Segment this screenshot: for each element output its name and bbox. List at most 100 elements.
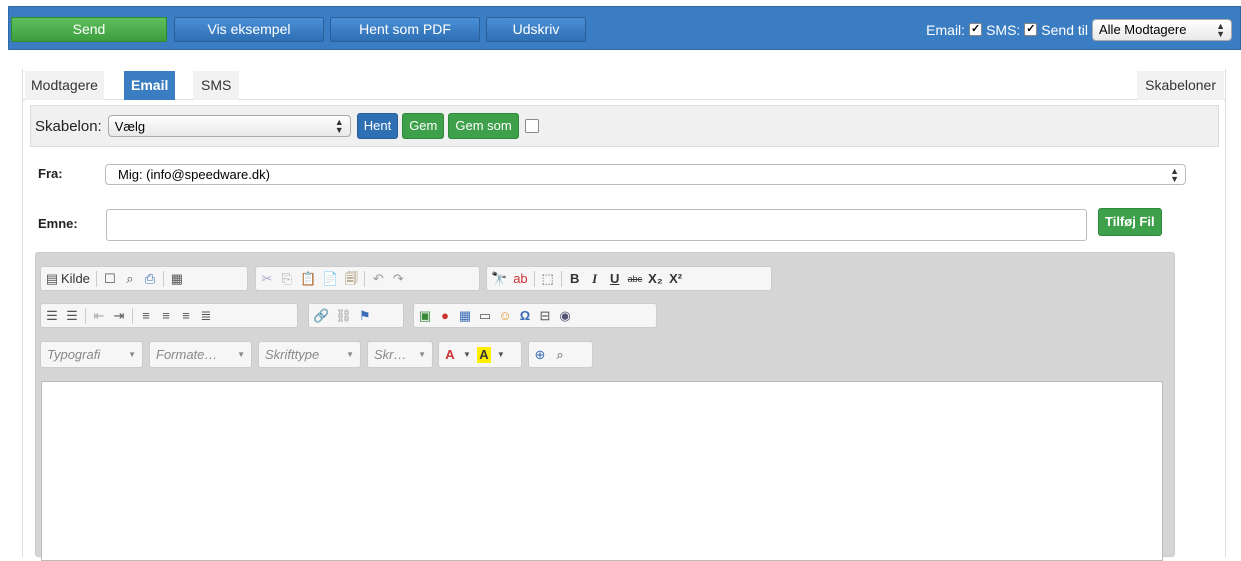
print-icon[interactable]: ⎙ [143, 271, 157, 287]
save-as-template-button[interactable]: Gem som [448, 113, 519, 139]
unlink-icon[interactable]: ⛓ [335, 308, 352, 324]
chevron-down-icon[interactable]: ▼ [463, 347, 471, 363]
text-color-icon[interactable]: A [443, 347, 457, 363]
maximize-icon[interactable]: ⊕ [533, 347, 547, 363]
font-size-combo-label: Skr… [374, 347, 407, 362]
toolbar-separator [533, 270, 535, 287]
paste-text-icon[interactable]: 📄 [322, 271, 338, 287]
template-select[interactable]: Vælg ▲ ▼ [107, 115, 351, 137]
select-arrows-icon: ▲ ▼ [1216, 20, 1225, 39]
top-toolbar: Send Vis eksempel Hent som PDF Udskriv E… [8, 6, 1241, 50]
select-all-icon[interactable]: ⬚ [541, 271, 555, 287]
replace-icon[interactable]: ab [513, 271, 527, 287]
strikethrough-button[interactable]: abc [628, 271, 643, 287]
format-combo-label: Formate… [156, 347, 218, 362]
smiley-icon[interactable]: ☺ [498, 308, 512, 324]
toolbar-group-formatting: 🔭 ab ⬚ B I U abc X₂ X² [486, 266, 772, 291]
bold-button[interactable]: B [568, 271, 582, 287]
show-blocks-icon[interactable]: ⌕ [553, 347, 567, 363]
font-combo-label: Skrifttype [265, 347, 320, 362]
toolbar-separator [132, 307, 133, 324]
preview-icon[interactable]: ⌕ [123, 271, 137, 287]
email-option-label: Email: [926, 21, 966, 38]
table-icon[interactable]: ▦ [458, 308, 472, 324]
toolbar-group-tools: ⊕ ⌕ [528, 341, 593, 368]
toolbar-group-colors: A ▼ A ▼ [438, 341, 522, 368]
italic-button[interactable]: I [588, 271, 602, 287]
select-arrows-icon: ▲ ▼ [334, 117, 344, 135]
align-left-icon[interactable]: ≡ [139, 308, 153, 324]
template-checkbox[interactable] [524, 119, 539, 133]
special-char-icon[interactable]: Ω [518, 308, 532, 324]
source-icon[interactable]: ▤ [45, 271, 59, 287]
font-size-combo[interactable]: Skr… ▼ [367, 341, 433, 368]
chevron-down-icon: ▼ [418, 350, 426, 359]
tab-recipients[interactable]: Modtagere [25, 71, 104, 100]
tab-email[interactable]: Email [124, 71, 176, 100]
sms-option-label: SMS: [986, 21, 1021, 38]
horizontal-line-icon[interactable]: ▭ [478, 308, 492, 324]
sms-checkbox[interactable]: ✓ [1024, 23, 1038, 36]
load-template-button[interactable]: Hent [356, 113, 399, 139]
toolbar-group-paragraph: ☰ ☰ ⇤ ⇥ ≡ ≡ ≡ ≣ [40, 303, 298, 328]
download-pdf-button[interactable]: Hent som PDF [330, 17, 480, 42]
styles-combo[interactable]: Typografi ▼ [40, 341, 143, 368]
from-select-value: Mig: (info@speedware.dk) [118, 167, 270, 182]
image-icon[interactable]: ▣ [418, 308, 432, 324]
superscript-button[interactable]: X² [669, 271, 683, 287]
page-break-icon[interactable]: ⊟ [538, 308, 552, 324]
link-icon[interactable]: 🔗 [313, 308, 329, 324]
tab-sms[interactable]: SMS [193, 71, 240, 100]
font-combo[interactable]: Skrifttype ▼ [258, 341, 361, 368]
new-page-icon[interactable]: ☐ [103, 271, 117, 287]
from-select[interactable]: Mig: (info@speedware.dk) ▲ ▼ [105, 164, 1186, 185]
preview-button[interactable]: Vis eksempel [174, 17, 324, 42]
underline-button[interactable]: U [608, 271, 622, 287]
toolbar-separator [95, 270, 97, 287]
cut-icon[interactable]: ✂ [260, 271, 274, 287]
styles-combo-label: Typografi [47, 347, 101, 362]
chevron-down-icon[interactable]: ▼ [497, 347, 505, 363]
outdent-icon[interactable]: ⇤ [92, 308, 106, 324]
flash-icon[interactable]: ● [438, 308, 452, 324]
editor-content-area[interactable] [41, 381, 1163, 561]
save-template-button[interactable]: Gem [402, 113, 445, 139]
print-button[interactable]: Udskriv [486, 17, 586, 42]
send-button[interactable]: Send [11, 17, 167, 42]
toolbar-separator [364, 270, 366, 287]
anchor-flag-icon[interactable]: ⚑ [358, 308, 372, 324]
tab-templates[interactable]: Skabeloner [1137, 71, 1224, 100]
background-color-icon[interactable]: A [476, 346, 491, 363]
copy-icon[interactable]: ⎘ [280, 271, 294, 287]
tab-bar: Modtagere Email SMS Skabeloner [22, 71, 1226, 100]
iframe-icon[interactable]: ◉ [558, 308, 572, 324]
recipients-select[interactable]: Alle Modtagere ▲ ▼ [1092, 18, 1232, 41]
format-combo[interactable]: Formate… ▼ [149, 341, 252, 368]
source-button[interactable]: Kilde [61, 271, 90, 286]
toolbar-group-insert: ▣ ● ▦ ▭ ☺ Ω ⊟ ◉ [413, 303, 657, 328]
bulleted-list-icon[interactable]: ☰ [65, 308, 79, 324]
template-select-value: Vælg [114, 118, 146, 134]
from-label: Fra: [38, 166, 63, 181]
toolbar-group-links: 🔗 ⛓ ⚑ [308, 303, 404, 328]
paste-icon[interactable]: 📋 [300, 271, 316, 287]
templates-icon[interactable]: ▦ [170, 271, 184, 287]
email-checkbox[interactable]: ✓ [969, 23, 983, 36]
align-center-icon[interactable]: ≡ [159, 308, 173, 324]
indent-icon[interactable]: ⇥ [112, 308, 126, 324]
chevron-down-icon: ▼ [237, 350, 245, 359]
align-right-icon[interactable]: ≡ [179, 308, 193, 324]
subject-label: Emne: [38, 216, 78, 231]
subject-input[interactable] [106, 209, 1087, 241]
align-justify-icon[interactable]: ≣ [199, 308, 213, 324]
paste-word-icon[interactable]: 🗐 [344, 271, 358, 287]
find-icon[interactable]: 🔭 [491, 271, 507, 287]
undo-icon[interactable]: ↶ [371, 271, 385, 287]
rich-text-editor: ▤ Kilde ☐ ⌕ ⎙ ▦ ✂ ⎘ 📋 📄 🗐 ↶ ↷ 🔭 ab ⬚ B I… [35, 252, 1175, 561]
redo-icon[interactable]: ↷ [391, 271, 405, 287]
attach-file-button[interactable]: Tilføj Fil [1098, 208, 1162, 236]
select-arrows-icon: ▲ ▼ [1170, 165, 1179, 184]
toolbar-separator [560, 270, 562, 287]
numbered-list-icon[interactable]: ☰ [45, 308, 59, 324]
subscript-button[interactable]: X₂ [648, 271, 662, 287]
